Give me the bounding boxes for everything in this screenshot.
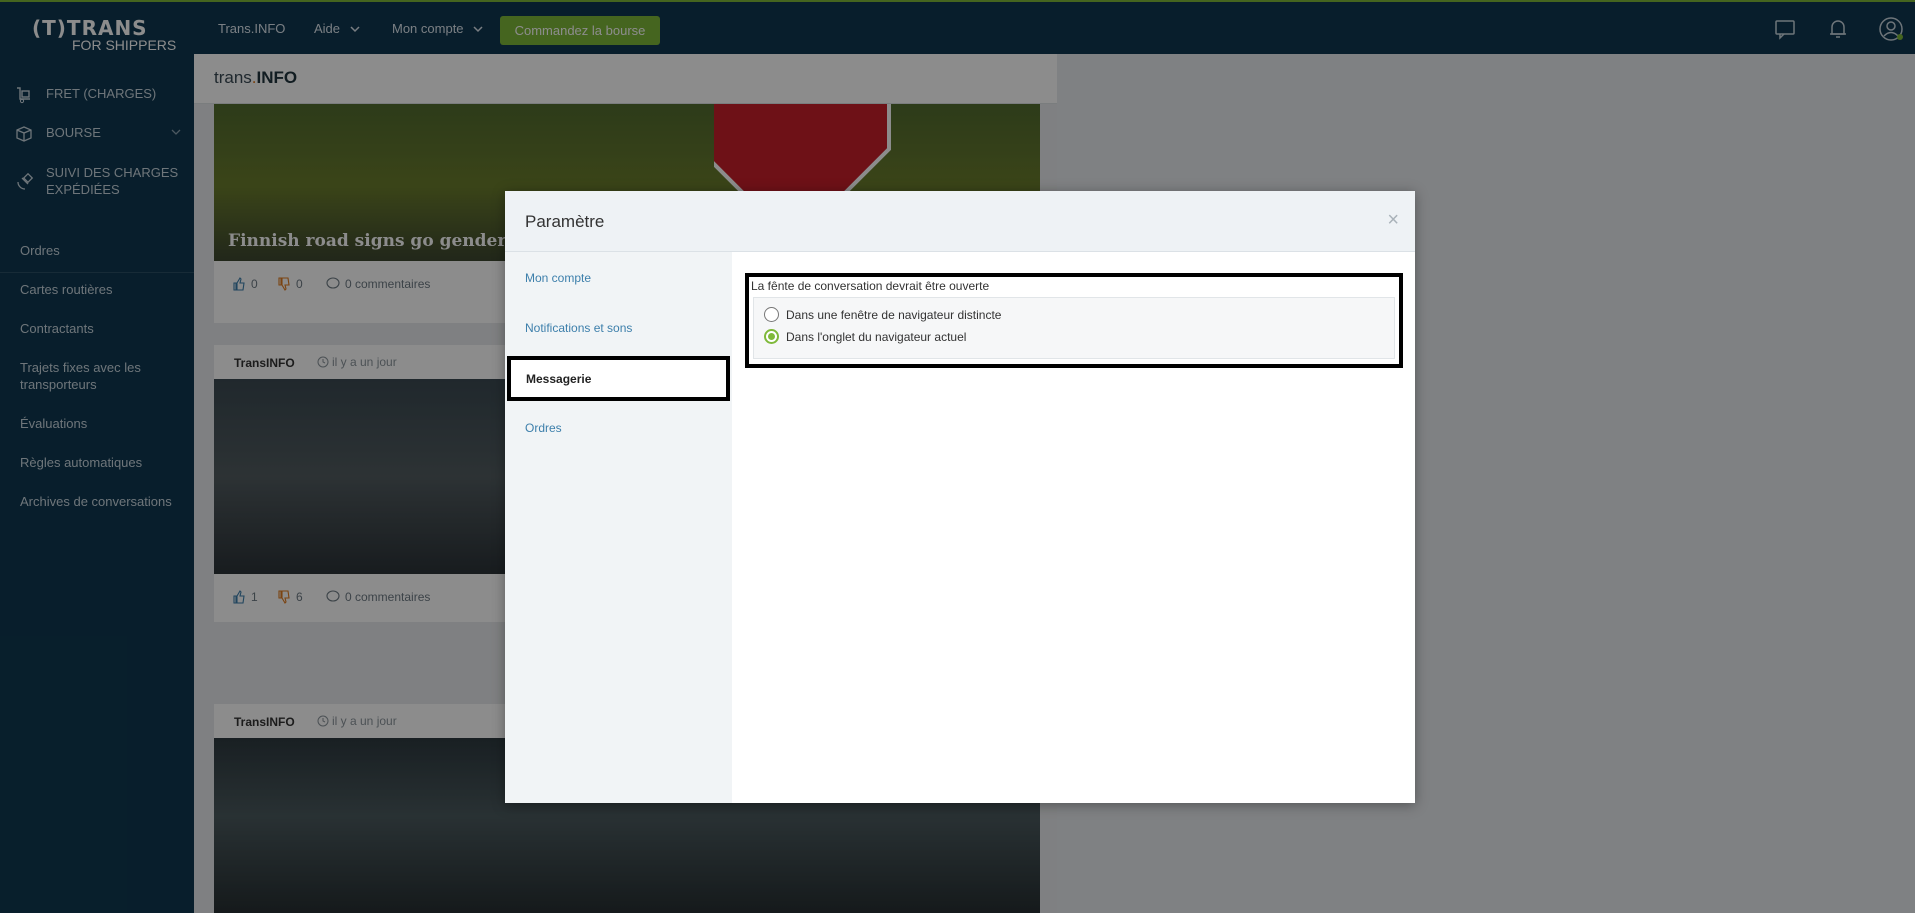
option-label: Dans l'onglet du navigateur actuel <box>786 329 967 344</box>
option-separate-window[interactable]: Dans une fenêtre de navigateur distincte <box>764 307 1001 322</box>
option-label: Dans une fenêtre de navigateur distincte <box>786 307 1002 322</box>
settings-menu-ordres[interactable]: Ordres <box>525 421 562 435</box>
close-icon[interactable]: × <box>1387 209 1399 232</box>
setting-label: La fênte de conversation devrait être ou… <box>751 279 990 293</box>
modal-title: Paramètre <box>525 212 605 231</box>
settings-menu-mon-compte[interactable]: Mon compte <box>525 271 591 285</box>
settings-modal: Paramètre × Mon compte Notifications et … <box>505 191 1415 803</box>
modal-header: Paramètre × <box>505 191 1415 252</box>
radio-button[interactable] <box>764 307 779 322</box>
radio-button-selected[interactable] <box>764 329 779 344</box>
radio-group: Dans une fenêtre de navigateur distincte… <box>753 297 1395 359</box>
settings-menu: Mon compte Notifications et sons Message… <box>505 252 732 803</box>
chat-window-setting: La fênte de conversation devrait être ou… <box>745 273 1403 368</box>
settings-menu-notifications[interactable]: Notifications et sons <box>525 321 632 335</box>
settings-content: La fênte de conversation devrait être ou… <box>732 252 1415 803</box>
option-current-tab[interactable]: Dans l'onglet du navigateur actuel <box>764 329 966 344</box>
settings-menu-messagerie[interactable]: Messagerie <box>507 356 730 401</box>
